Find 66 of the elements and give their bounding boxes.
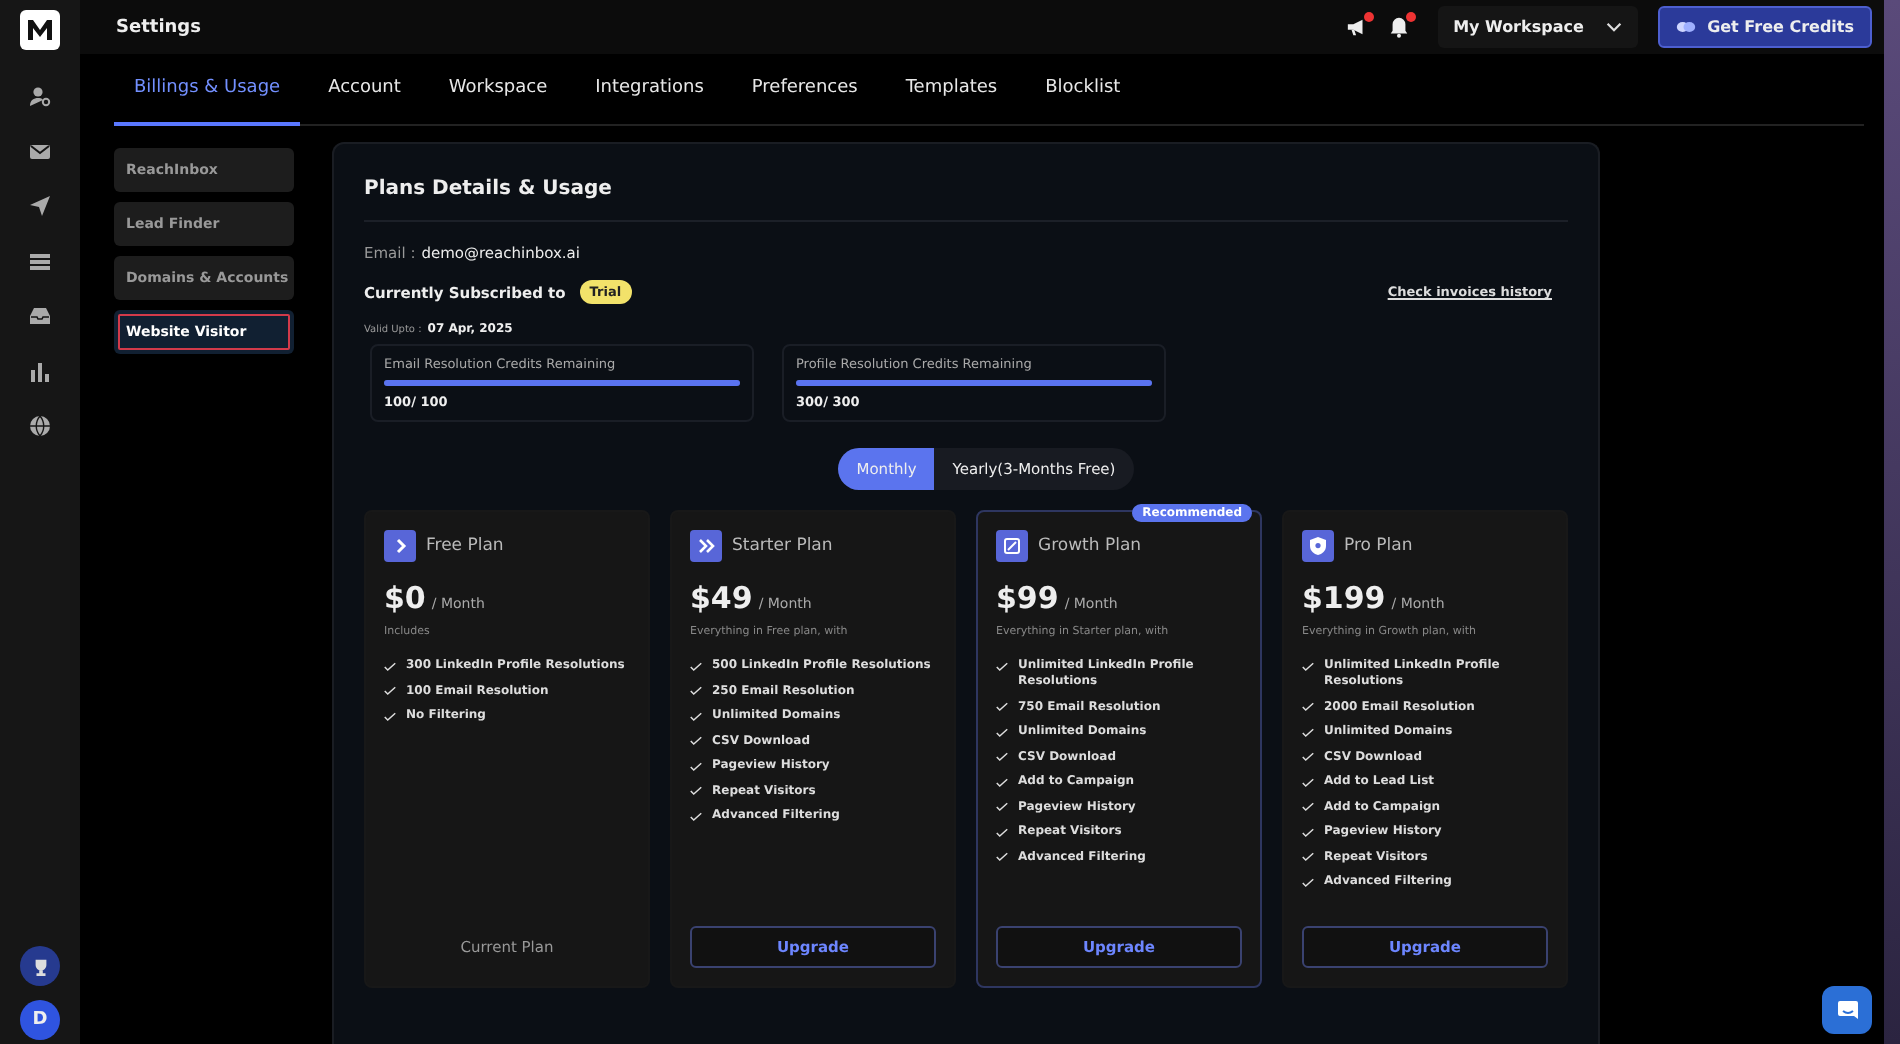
settings-tab[interactable]: Integrations <box>575 54 724 126</box>
chat-icon <box>1835 998 1859 1022</box>
check-icon <box>690 786 702 796</box>
megaphone-icon[interactable] <box>1345 16 1368 38</box>
double-chevron-icon <box>690 530 722 562</box>
check-icon <box>996 702 1008 712</box>
check-icon <box>1302 727 1314 737</box>
settings-tab[interactable]: Workspace <box>428 54 568 126</box>
trend-icon <box>996 530 1028 562</box>
settings-tab[interactable]: Account <box>308 54 421 126</box>
plan-name: Growth Plan <box>1038 536 1142 556</box>
logo-icon[interactable] <box>20 10 60 50</box>
plan-price: $99 <box>996 580 1059 616</box>
check-icon <box>1302 661 1314 671</box>
check-icon <box>1302 852 1314 862</box>
settings-tab[interactable]: Billings & Usage <box>114 54 301 126</box>
check-icon <box>690 661 702 671</box>
check-icon <box>996 852 1008 862</box>
check-icon <box>1302 802 1314 812</box>
plan-name: Starter Plan <box>732 536 833 556</box>
bell-icon[interactable] <box>1387 16 1410 38</box>
check-icon <box>1302 877 1314 887</box>
trophy-icon[interactable] <box>20 946 60 986</box>
shield-icon <box>1302 530 1334 562</box>
plan-name: Pro Plan <box>1344 536 1413 556</box>
mail-icon[interactable] <box>28 139 52 163</box>
chevron-icon <box>384 530 416 562</box>
chat-button[interactable] <box>1822 986 1872 1034</box>
check-icon <box>1302 702 1314 712</box>
check-icon <box>996 777 1008 787</box>
plan-price: $49 <box>690 580 753 616</box>
check-icon <box>690 736 702 746</box>
plan-price: $199 <box>1302 580 1386 616</box>
panel-title: Plans Details & Usage <box>364 178 614 200</box>
plan-name: Free Plan <box>426 536 504 556</box>
send-icon[interactable] <box>28 194 52 218</box>
check-icon <box>1302 752 1314 762</box>
settings-tab[interactable]: Blocklist <box>1025 54 1141 126</box>
get-free-credits-button[interactable]: Get Free Credits <box>1657 6 1872 48</box>
check-icon <box>690 686 702 696</box>
coins-icon <box>1675 20 1696 34</box>
check-icon <box>690 761 702 771</box>
globe-icon[interactable] <box>28 414 52 438</box>
check-icon <box>384 686 396 696</box>
check-icon <box>996 752 1008 762</box>
check-icon <box>1302 777 1314 787</box>
check-icon <box>384 711 396 721</box>
bar-chart-icon[interactable] <box>28 359 52 383</box>
page-title: Settings <box>116 17 201 37</box>
check-icon <box>996 827 1008 837</box>
check-icon <box>996 802 1008 812</box>
user-avatar[interactable]: D <box>20 1000 60 1040</box>
settings-tab[interactable]: Preferences <box>731 54 878 126</box>
person-search-icon[interactable] <box>28 84 52 108</box>
check-icon <box>690 811 702 821</box>
check-icon <box>996 727 1008 737</box>
chevron-down-icon <box>1605 22 1622 32</box>
plan-price: $0 <box>384 580 426 616</box>
settings-tab[interactable]: Templates <box>885 54 1018 126</box>
inbox-icon[interactable] <box>28 304 52 328</box>
check-icon <box>1302 827 1314 837</box>
list-icon[interactable] <box>28 249 52 273</box>
workspace-dropdown[interactable]: My Workspace <box>1437 6 1638 48</box>
check-icon <box>384 661 396 671</box>
check-icon <box>690 711 702 721</box>
check-icon <box>996 661 1008 671</box>
